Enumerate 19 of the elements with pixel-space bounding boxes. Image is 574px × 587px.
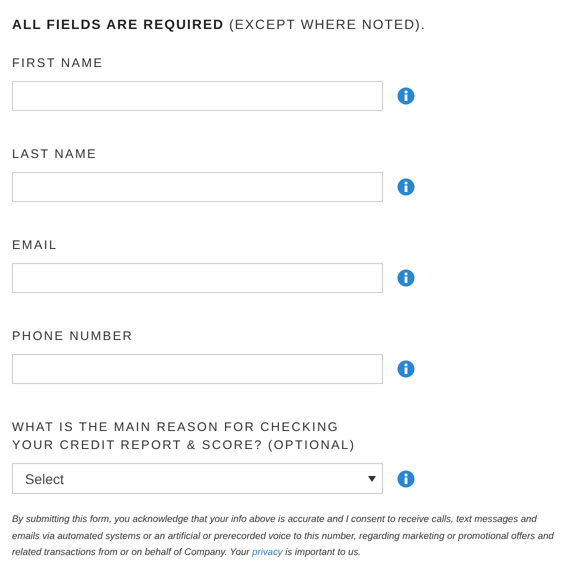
privacy-link[interactable]: privacy	[252, 547, 283, 558]
select-dropdown[interactable]: Select	[12, 463, 383, 494]
text-field[interactable]	[12, 81, 383, 111]
info-icon[interactable]	[397, 178, 415, 196]
field-label: LAST NAME	[12, 146, 98, 163]
info-icon[interactable]	[397, 470, 415, 488]
info-icon[interactable]	[397, 87, 415, 105]
info-icon[interactable]	[397, 269, 415, 287]
field-label: PHONE NUMBER	[12, 328, 134, 345]
text-field[interactable]	[12, 172, 383, 202]
caret-icon	[368, 476, 376, 482]
field-label: FIRST NAME	[12, 55, 104, 72]
info-icon[interactable]	[397, 360, 415, 378]
consent-disclaimer: By submitting this form, you acknowledge that your info above is accurate and I consent to receive calls, text messages and emails via automated systems or an artificial or prerecorded voice to this number, regarding marketing or promotional offers and related transactions from or on behalf of Company. Your privacy is important to us.	[12, 513, 555, 560]
field-label: WHAT IS THE MAIN REASON FOR CHECKING YOUR CREDIT REPORT & SCORE? (OPTIONAL)	[12, 419, 356, 454]
text-field[interactable]	[12, 263, 383, 293]
field-label: EMAIL	[12, 237, 59, 254]
text-field[interactable]	[12, 354, 383, 384]
required-note: ALL FIELDS ARE REQUIRED (EXCEPT WHERE NOTED).	[12, 17, 427, 32]
